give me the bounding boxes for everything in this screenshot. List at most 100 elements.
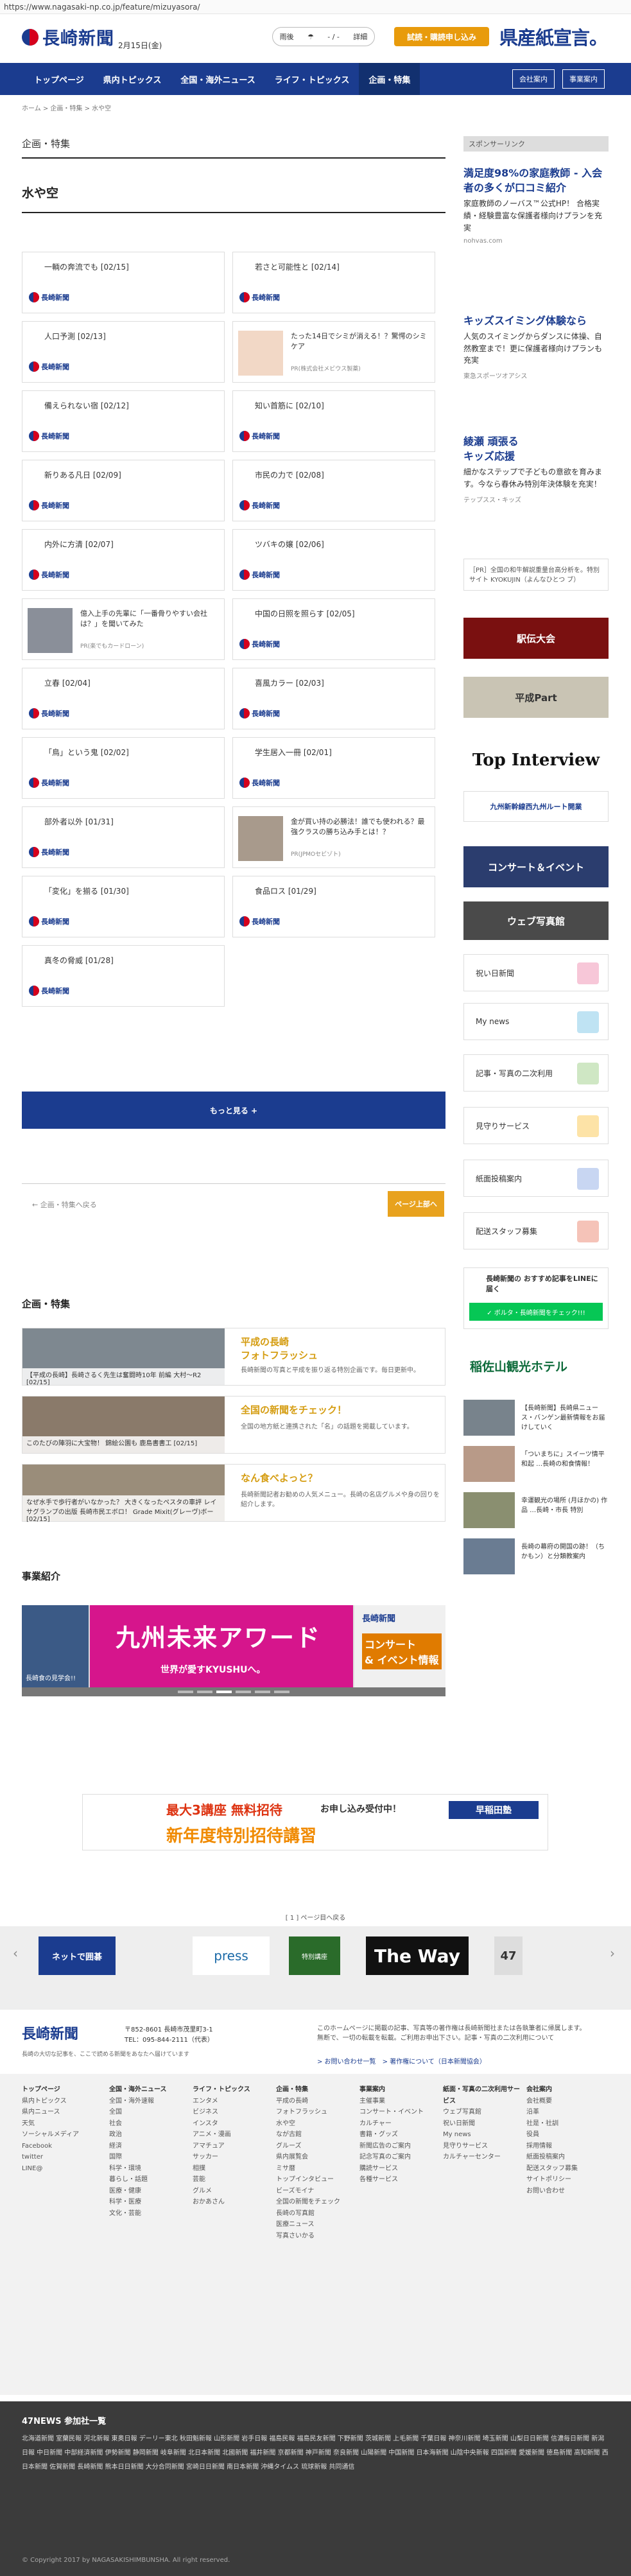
banner-shinkansen[interactable]: 九州新幹線西九州ルート開業 xyxy=(463,791,609,822)
footer-link[interactable]: 会社概要 xyxy=(526,2096,603,2107)
footer-link[interactable]: ウェブ写真館 xyxy=(443,2107,520,2118)
business-button[interactable]: 事業案内 xyxy=(562,69,605,89)
footer-link[interactable]: 各種サービス xyxy=(359,2174,437,2186)
card-title[interactable]: 内外に方清 [02/07] xyxy=(44,539,218,550)
site-logo[interactable]: 長崎新聞 xyxy=(22,24,114,49)
partner-paper-list[interactable]: 北海道新聞 室蘭民報 河北新報 東奥日報 デーリー東北 秋田魁新報 山形新聞 岩… xyxy=(22,2432,609,2475)
footer-link[interactable]: おかあさん xyxy=(193,2197,270,2208)
slider-dot[interactable] xyxy=(197,1691,212,1693)
feature-item[interactable]: このたびの陣羽に大宝物！ 錦絵公園も 鹿島書書工 [02/15] 全国の新聞をチ… xyxy=(22,1396,445,1454)
card-title[interactable]: 市民の力で [02/08] xyxy=(255,469,428,480)
article-card[interactable]: 長崎新聞 食品ロス [01/29] xyxy=(232,876,435,937)
nav-life[interactable]: ライフ・トピックス xyxy=(265,63,359,95)
banner-ekiden[interactable]: 駅伝大会 xyxy=(463,618,609,659)
footer-link[interactable]: 県内ニュース xyxy=(22,2107,99,2118)
side-news[interactable]: 長崎の幕府の開国の跡！（ちかもン）と分類教案内 xyxy=(463,1538,609,1580)
service-iwai[interactable]: 祝い日新聞 xyxy=(463,954,609,991)
footer-link[interactable]: 新聞広告のご案内 xyxy=(359,2141,437,2152)
card-title[interactable]: 立春 [02/04] xyxy=(44,677,218,688)
article-card[interactable]: 長崎新聞 内外に方清 [02/07] xyxy=(22,529,225,591)
article-card[interactable]: 長崎新聞 真冬の脅威 [01/28] xyxy=(22,945,225,1007)
kenken-banner[interactable]: 県産紙宣言。 xyxy=(499,23,608,50)
text-ad[interactable]: 綾瀬 頑張る キッズ応援 細かなステップで子どもの意欲を育みます。今なら春休み特別… xyxy=(463,434,609,504)
article-card[interactable]: 長崎新聞 人口予測 [02/13] xyxy=(22,321,225,383)
address-bar[interactable]: https://www.nagasaki-np.co.jp/feature/mi… xyxy=(0,0,631,14)
card-title[interactable]: 中国の日照を照らす [02/05] xyxy=(255,608,428,619)
footer-link[interactable]: 購読サービス xyxy=(359,2163,437,2175)
business-slider[interactable]: 長崎食の見学会!! 九州未来アワード 世界が愛すKYUSHUへ。 長崎新聞 コン… xyxy=(22,1605,445,1687)
footer-link[interactable]: 医療・健康 xyxy=(109,2186,186,2197)
footer-link[interactable]: 書籍・グッズ xyxy=(359,2129,437,2141)
footer-link[interactable]: 水や空 xyxy=(276,2118,353,2130)
footer-link[interactable]: グルーズ xyxy=(276,2141,353,2152)
card-title[interactable]: 「変化」を揃る [01/30] xyxy=(44,885,218,896)
footer-link[interactable]: 記念写真のご案内 xyxy=(359,2152,437,2163)
footer-link[interactable]: 国際 xyxy=(109,2152,186,2163)
nav-top[interactable]: トップページ xyxy=(24,63,94,95)
slider-dot[interactable] xyxy=(236,1691,251,1693)
footer-link[interactable]: エンタメ xyxy=(193,2096,270,2107)
footer-link[interactable]: 科学・医療 xyxy=(109,2197,186,2208)
text-ad[interactable]: キッズスイミング体験なら 人気のスイミングからダンスに体操、自然教室まで！更に保護… xyxy=(463,313,609,380)
footer-link[interactable]: 配送スタッフ募集 xyxy=(526,2163,603,2175)
footer-link[interactable]: twitter xyxy=(22,2152,99,2163)
article-card[interactable]: 長崎新聞 部外者以外 [01/31] xyxy=(22,806,225,868)
footer-link[interactable]: サイトポリシー xyxy=(526,2174,603,2186)
article-card[interactable]: 長崎新聞 学生居入一冊 [02/01] xyxy=(232,737,435,799)
partner-logo[interactable]: 特別講座 xyxy=(289,1936,340,1975)
card-title[interactable]: 億入上手の先輩に「一番骨りやすい会社は？」を聞いてみた xyxy=(80,608,218,629)
service-reuse[interactable]: 記事・写真の二次利用 xyxy=(463,1054,609,1092)
partner-logo[interactable]: 47 xyxy=(494,1936,523,1975)
hotel-banner[interactable]: 稲佐山観光ホテル xyxy=(463,1348,609,1384)
banner-heisei[interactable]: 平成Part xyxy=(463,677,609,718)
feature-item[interactable]: 【平成の長崎】長崎さるく先生は奮闘時10年 前編 大村～R2 [02/15] 平… xyxy=(22,1328,445,1386)
service-staff[interactable]: 配送スタッフ募集 xyxy=(463,1212,609,1249)
card-title[interactable]: たった14日でシミが消える！？驚愕のシミケア xyxy=(291,331,429,351)
footer-link[interactable]: カルチャーセンター xyxy=(443,2152,520,2163)
footer-link[interactable]: 科学・環境 xyxy=(109,2163,186,2175)
bottom-ad[interactable]: 最大3講座 無料招待 お申し込み受付中！ 新年度特別招待講習 早稲田塾 xyxy=(82,1794,548,1850)
footer-link[interactable]: インスタ xyxy=(193,2118,270,2130)
card-title[interactable]: 人口予測 [02/13] xyxy=(44,331,218,342)
footer-link[interactable]: ビジネス xyxy=(193,2107,270,2118)
footer-col-heading[interactable]: 全国・海外ニュース xyxy=(109,2084,186,2096)
article-card[interactable]: PR(JPMOセビゾト) 金が買い持の必勝法！誰でも使われる？最強クラスの勝ち込み… xyxy=(232,806,435,868)
footer-link[interactable]: 天気 xyxy=(22,2118,99,2130)
footer-link[interactable]: トップインタビュー xyxy=(276,2174,353,2186)
footer-link[interactable]: LINE@ xyxy=(22,2163,99,2175)
prev-arrow-icon[interactable]: ‹ xyxy=(13,1945,18,1961)
footer-link[interactable]: 主催事業 xyxy=(359,2096,437,2107)
footer-link[interactable]: アマチュア xyxy=(193,2141,270,2152)
article-card[interactable]: PR(株式会社メビウス製薬) たった14日でシミが消える！？驚愕のシミケア xyxy=(232,321,435,383)
footer-link[interactable]: 平成の長崎 xyxy=(276,2096,353,2107)
footer-link[interactable]: 医療ニュース xyxy=(276,2219,353,2231)
slide-main[interactable]: 九州未来アワード 世界が愛すKYUSHUへ。 xyxy=(90,1605,353,1687)
footer-link[interactable]: ビーズモイナ xyxy=(276,2186,353,2197)
banner-top-interview[interactable]: Top Interview xyxy=(463,733,609,787)
card-title[interactable]: 「鳥」という鬼 [02/02] xyxy=(44,747,218,758)
footer-link[interactable]: Facebook xyxy=(22,2141,99,2152)
footer-link[interactable]: 全国・海外速報 xyxy=(109,2096,186,2107)
slider-dot[interactable] xyxy=(274,1691,290,1693)
footer-link[interactable]: 暮らし・話題 xyxy=(109,2174,186,2186)
service-mynews[interactable]: My news xyxy=(463,1003,609,1040)
footer-link[interactable]: フォトフラッシュ xyxy=(276,2107,353,2118)
article-card[interactable]: 長崎新聞 新りある凡日 [02/09] xyxy=(22,460,225,521)
footer-link[interactable]: なが古館 xyxy=(276,2129,353,2141)
footer-link[interactable]: サッカー xyxy=(193,2152,270,2163)
footer-link[interactable]: 写真さいかる xyxy=(276,2231,353,2242)
footer-link[interactable]: 役員 xyxy=(526,2129,603,2141)
line-add-button[interactable]: ✓ ボルタ・長崎新聞をチェック!!! xyxy=(469,1303,603,1321)
footer-link[interactable]: My news xyxy=(443,2129,520,2141)
service-post[interactable]: 紙面投稿案内 xyxy=(463,1160,609,1197)
footer-link[interactable]: 県内トピックス xyxy=(22,2096,99,2107)
nav-feature[interactable]: 企画・特集 xyxy=(359,63,420,95)
slider-dot[interactable] xyxy=(255,1691,270,1693)
footer-link[interactable]: ミサ暦 xyxy=(276,2163,353,2175)
article-card[interactable]: 長崎新聞 喜風カラー [02/03] xyxy=(232,668,435,729)
footer-col-heading[interactable]: 紙面・写真の二次利用サービス xyxy=(443,2084,520,2107)
footer-col-heading[interactable]: 会社案内 xyxy=(526,2084,603,2096)
partner-logo[interactable]: The Way xyxy=(366,1936,469,1975)
footer-link[interactable]: 文化・芸能 xyxy=(109,2208,186,2220)
banner-photo[interactable]: ウェブ写真館 xyxy=(463,901,609,940)
